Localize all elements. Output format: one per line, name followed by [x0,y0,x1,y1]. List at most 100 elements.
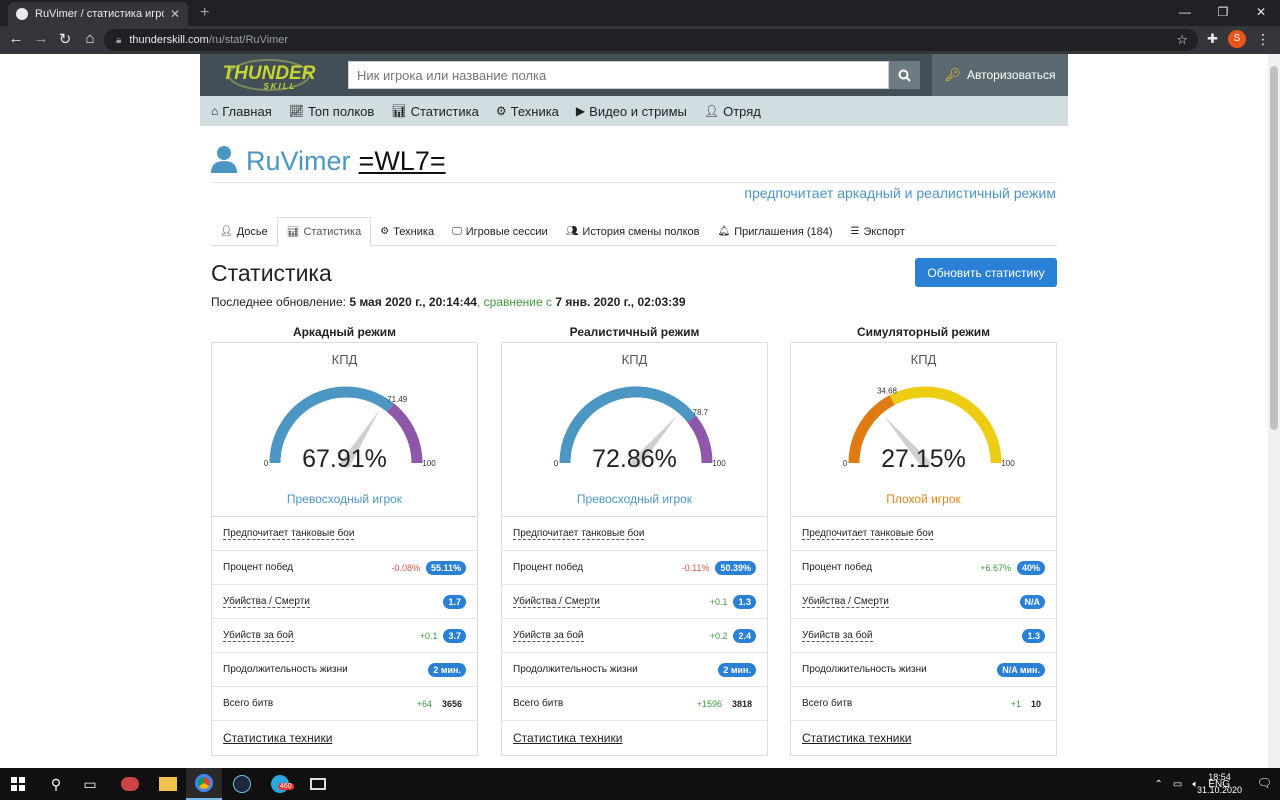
gear-icon: ⚙ [495,104,507,118]
user-icon [211,146,237,173]
rss-icon: ☰ [850,226,860,237]
tab-invitations[interactable]: 🔔︎ Приглашения (184) [709,217,842,246]
stat-label: Всего битв [513,698,564,709]
stat-row: Процент побед +6.67% 40% [791,551,1056,585]
stat-label[interactable]: Убийств за бой [802,630,873,642]
tab-squadron-history[interactable]: 👥︎ История смены полков [557,217,709,246]
stat-value-badge: N/A мин. [997,662,1045,677]
stat-label[interactable]: Убийств за бой [223,630,294,642]
login-button[interactable]: 🔑︎ Авторизоваться [932,54,1068,96]
vehicle-stats-link[interactable]: Статистика техники [802,731,911,745]
window-controls: — ❐ ✕ [1166,0,1280,26]
stat-label: Процент побед [802,562,873,573]
mode-card: 78.7 0 100 КПД 72.86% Превосходный игрок… [501,342,768,756]
stat-label[interactable]: Убийства / Смерти [223,596,310,608]
bookmark-star-icon[interactable]: ☆ [1176,32,1188,48]
user-plus-icon: 👤︎ [703,104,720,118]
tab-dossier[interactable]: 👤︎ Досье [211,217,277,246]
stat-row: Продолжительность жизни 2 мин. [502,653,767,687]
browser-tab[interactable]: RuVimer / статистика игрока в W ✕ [8,2,188,26]
task-view-icon[interactable]: ▭ [72,768,108,800]
profile-title: RuVimer =WL7= [211,142,446,177]
notifications-icon[interactable]: 🗨︎ [1257,776,1272,790]
nav-home[interactable]: ⌂ Главная [211,104,272,119]
tray-chevron-icon[interactable]: ⌃ [1154,779,1162,790]
profile-avatar[interactable]: S [1228,30,1246,48]
stat-label[interactable]: Предпочитает танковые бои [513,528,645,540]
stat-diff: +1596 [696,698,722,709]
stat-label: Всего битв [802,698,853,709]
clock[interactable]: 18:54 31.10.2020 [1197,771,1242,797]
stat-label[interactable]: Убийства / Смерти [513,596,600,608]
mode-column: Реалистичный режим 78.7 0 100 КПД 72.86%… [501,325,768,756]
address-bar[interactable]: 🔒︎ thunderskill.com/ru/stat/RuVimer ☆ [104,29,1198,51]
stat-label[interactable]: Предпочитает танковые бои [802,528,934,540]
stat-diff: +64 [416,698,432,709]
divider [211,182,1057,183]
stat-label[interactable]: Убийства / Смерти [802,596,889,608]
home-icon: ⌂ [211,104,219,118]
player-search-input[interactable] [348,61,889,89]
lock-icon: 🔒︎ [116,34,122,46]
tab-export[interactable]: ☰ Экспорт [842,217,914,246]
restore-icon[interactable]: ❐ [1204,0,1242,26]
thunderskill-logo[interactable]: THUNDER SKILL [210,59,328,91]
stat-diff: -0.08% [391,562,420,573]
stat-row: Убийства / Смерти 1.7 [212,585,477,619]
nav-squad[interactable]: 👤︎ Отряд [704,104,761,119]
stat-value: 10 [1030,698,1041,709]
windows-start-icon[interactable] [0,768,36,800]
nav-top-squadrons[interactable]: 📈︎ Топ полков [289,104,375,119]
clan-link[interactable]: =WL7= [359,146,446,177]
tab-statistics[interactable]: 📊︎ Статистика [276,217,372,247]
network-icon[interactable]: ▭ [1173,779,1182,790]
close-tab-icon[interactable]: ✕ [170,7,180,21]
refresh-stats-button[interactable]: Обновить статистику [915,258,1057,287]
stat-row: Убийств за бой +0.2 2.4 [502,619,767,653]
tab-vehicles[interactable]: ⚙ Техника [371,217,443,246]
minimize-icon[interactable]: — [1166,0,1204,26]
scrollbar-thumb[interactable] [1270,66,1278,430]
stat-label: Процент побед [223,562,294,573]
nav-videos[interactable]: ▶ Видео и стримы [576,104,687,119]
stat-value-badge: 1.7 [443,594,466,609]
mode-column: Симуляторный режим 34.68 0 100 КПД 27.15… [790,325,1057,756]
extensions-puzzle-icon[interactable]: ✚ [1207,31,1218,47]
video-play-icon: ▶ [575,104,586,118]
app-monitor-icon[interactable] [300,768,336,800]
app-icon[interactable] [112,768,148,800]
file-explorer-icon[interactable] [150,768,186,800]
chrome-icon[interactable] [186,768,222,800]
browser-menu-icon[interactable]: ⋮ [1256,31,1270,48]
stat-diff: -0.11% [681,562,710,573]
steam-icon[interactable] [224,768,260,800]
back-icon[interactable]: ← [6,30,26,47]
stat-value-badge: N/A [1019,594,1045,609]
gauge-top-label: 71.49 [387,395,408,404]
stat-label[interactable]: Убийств за бой [513,630,584,642]
forward-icon[interactable]: → [31,30,51,47]
close-window-icon[interactable]: ✕ [1242,0,1280,26]
home-icon[interactable]: ⌂ [80,30,100,47]
tab-game-sessions[interactable]: 🖵︎ Игровые сессии [443,217,557,246]
page-scrollbar[interactable] [1268,54,1280,768]
user-icon: 👤︎ [220,226,233,237]
nav-statistics[interactable]: 📊︎ Статистика [391,104,479,119]
kpd-value: 27.15% [881,445,966,473]
search-button[interactable] [889,61,920,89]
stat-value-badge: 1.3 [733,594,756,609]
search-icon[interactable]: ⚲ [38,768,74,800]
kpd-label: КПД [621,352,648,367]
stat-value-badge: 2.4 [733,628,756,643]
stat-label: Продолжительность жизни [802,664,927,675]
reload-icon[interactable]: ↻ [55,30,75,48]
telegram-icon[interactable]: 460 [262,768,298,800]
new-tab-icon[interactable]: + [200,4,209,22]
site-favicon-icon [16,8,28,20]
stat-label[interactable]: Предпочитает танковые бои [223,528,355,540]
mode-card: 71.49 0 100 КПД 67.91% Превосходный игро… [211,342,478,756]
kpd-gauge: 34.68 0 100 КПД 27.15% Плохой игрок [791,343,1056,517]
nav-vehicles[interactable]: ⚙ Техника [496,104,559,119]
vehicle-stats-link[interactable]: Статистика техники [223,731,332,745]
vehicle-stats-link[interactable]: Статистика техники [513,731,622,745]
